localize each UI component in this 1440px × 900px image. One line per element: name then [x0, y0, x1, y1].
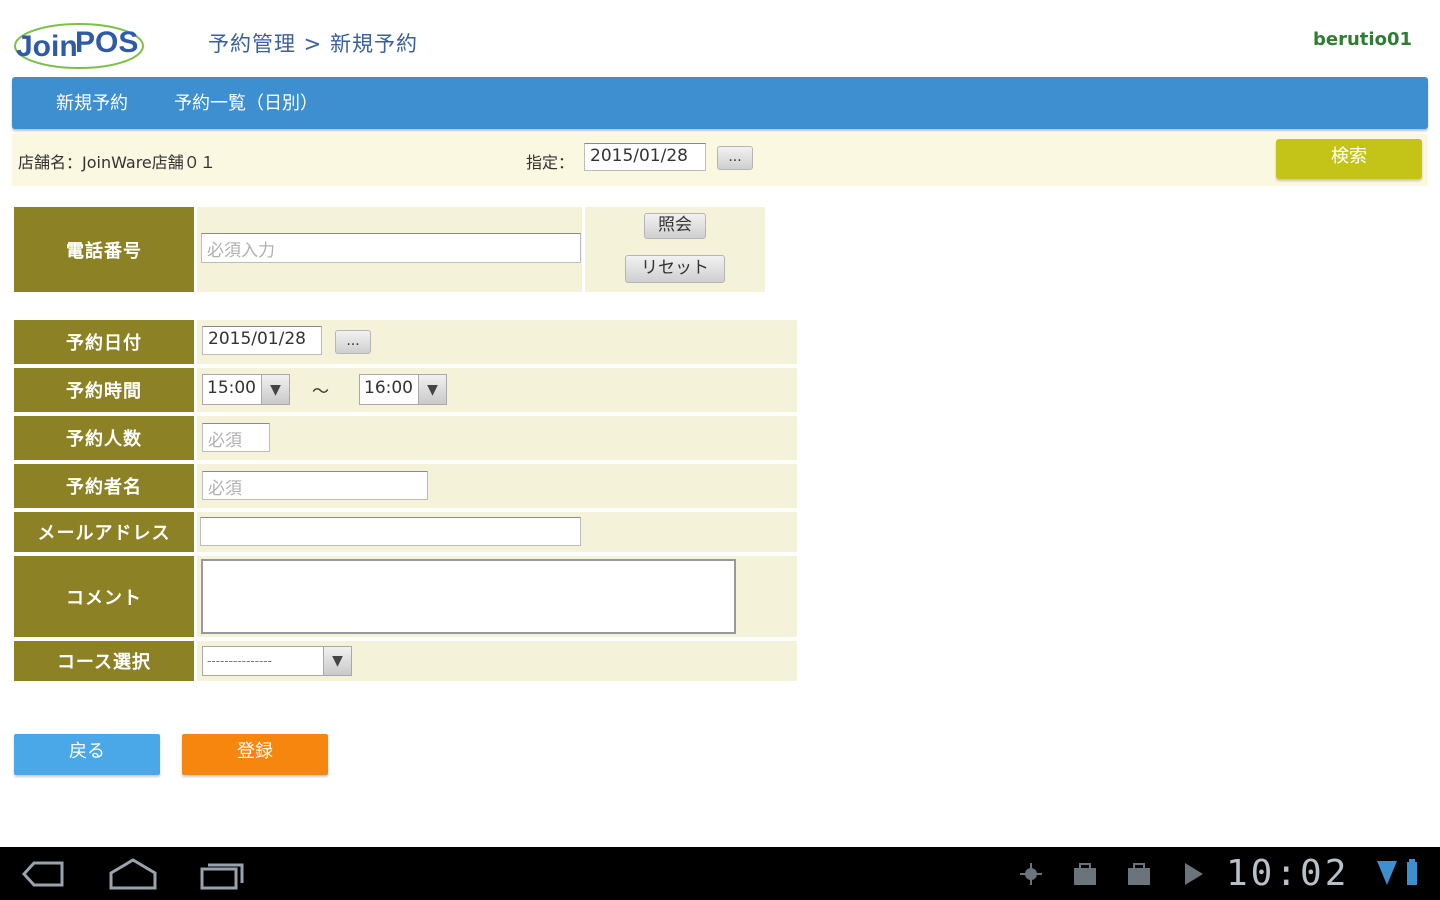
- shop-name-label: 店舗名：JoinWare店舗０１: [18, 153, 216, 172]
- chevron-down-icon: ▼: [418, 375, 446, 404]
- chevron-down-icon: ▼: [261, 375, 289, 404]
- phone-label: 電話番号: [14, 207, 194, 292]
- email-label: メールアドレス: [14, 512, 194, 552]
- wifi-signal-icon: [1377, 861, 1397, 885]
- shopping-bag-icon: [1128, 863, 1150, 885]
- home-nav-icon[interactable]: [108, 857, 158, 891]
- time-start-select[interactable]: 15:00 ▼: [202, 374, 290, 405]
- people-count-input[interactable]: 必須: [202, 423, 270, 452]
- recent-apps-icon[interactable]: [198, 857, 246, 891]
- email-cell: [197, 512, 797, 552]
- clock: 10:02: [1226, 853, 1350, 894]
- phone-actions-cell: 照会 リセット: [585, 207, 765, 292]
- joinpos-logo[interactable]: Join POS: [12, 16, 146, 70]
- time-separator: ～: [312, 382, 329, 402]
- debug-icon: [1020, 863, 1042, 885]
- people-count-cell: 必須: [197, 416, 797, 460]
- reserver-name-label: 予約者名: [14, 464, 194, 508]
- reserver-name-cell: 必須: [197, 464, 797, 508]
- phone-value-cell: 必須入力: [197, 207, 582, 292]
- back-nav-icon[interactable]: [20, 857, 66, 891]
- lookup-button[interactable]: 照会: [644, 213, 706, 239]
- back-button[interactable]: 戻る: [14, 734, 160, 775]
- reset-button[interactable]: リセット: [625, 255, 725, 283]
- filter-bar: 店舗名：JoinWare店舗０１ 指定： 2015/01/28 ... 検索: [12, 134, 1428, 186]
- reservation-date-label: 予約日付: [14, 320, 194, 364]
- reservation-date-picker-button[interactable]: ...: [335, 330, 371, 354]
- course-select[interactable]: --------------- ▼: [202, 646, 352, 676]
- filter-date-input[interactable]: 2015/01/28: [584, 143, 706, 171]
- course-select-cell: --------------- ▼: [197, 641, 797, 681]
- phone-input[interactable]: 必須入力: [201, 233, 581, 263]
- course-select-value: ---------------: [207, 654, 272, 668]
- time-end-value: 16:00: [364, 378, 413, 398]
- comment-label: コメント: [14, 556, 194, 637]
- battery-icon: [1407, 859, 1417, 885]
- app-header: Join POS 予約管理 > 新規予約 berutio01: [0, 0, 1440, 76]
- time-end-select[interactable]: 16:00 ▼: [359, 374, 447, 405]
- reservation-time-cell: 15:00 ▼ ～ 16:00 ▼: [197, 368, 797, 412]
- username-label: berutio01: [1313, 29, 1412, 50]
- chevron-down-icon: ▼: [323, 647, 351, 675]
- reserver-name-input[interactable]: 必須: [202, 471, 428, 500]
- nav-bar: 新規予約 予約一覧（日別）: [12, 77, 1428, 129]
- filter-date-label: 指定：: [526, 153, 575, 172]
- breadcrumb: 予約管理 > 新規予約: [208, 32, 418, 56]
- search-button[interactable]: 検索: [1276, 139, 1422, 179]
- comment-cell: [197, 556, 797, 637]
- filter-date-picker-button[interactable]: ...: [717, 146, 753, 170]
- logo-pos-text: POS: [75, 26, 138, 59]
- nav-item-new-reservation[interactable]: 新規予約: [56, 89, 128, 115]
- people-count-label: 予約人数: [14, 416, 194, 460]
- reservation-time-label: 予約時間: [14, 368, 194, 412]
- comment-textarea[interactable]: [201, 559, 736, 634]
- reservation-date-cell: 2015/01/28 ...: [197, 320, 797, 364]
- register-button[interactable]: 登録: [182, 734, 328, 775]
- play-store-icon: [1185, 863, 1203, 885]
- reservation-date-input[interactable]: 2015/01/28: [202, 326, 322, 355]
- email-input[interactable]: [200, 517, 581, 546]
- system-navigation-bar: 10:02: [0, 847, 1440, 900]
- course-select-label: コース選択: [14, 641, 194, 681]
- shopping-bag-check-icon: [1074, 863, 1096, 885]
- time-start-value: 15:00: [207, 378, 256, 398]
- logo-join-text: Join: [16, 30, 78, 63]
- nav-item-reservation-list[interactable]: 予約一覧（日別）: [174, 89, 318, 115]
